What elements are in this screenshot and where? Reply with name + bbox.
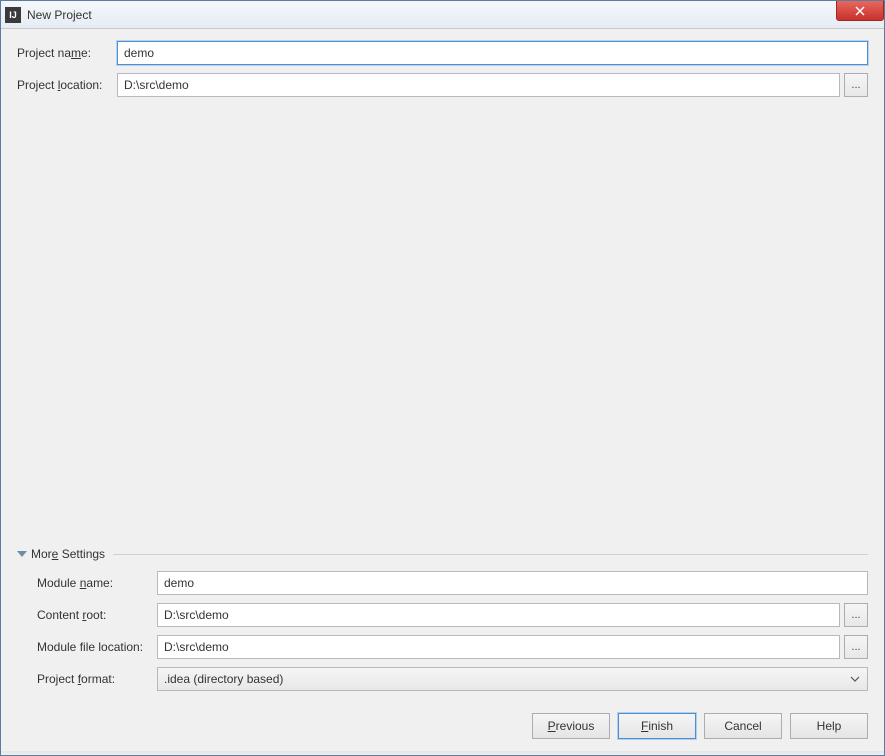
button-row: Previous Finish Cancel Help [17, 699, 868, 743]
close-button[interactable] [836, 1, 884, 21]
window-title: New Project [27, 8, 92, 22]
project-location-row: Project location: ... [17, 73, 868, 97]
project-format-select-wrap: .idea (directory based) [157, 667, 868, 691]
dialog-content: Project name: Project location: ... More… [1, 29, 884, 751]
module-name-input[interactable] [157, 571, 868, 595]
project-format-label: Project format: [17, 672, 157, 686]
close-icon [855, 6, 865, 16]
module-file-location-browse-button[interactable]: ... [844, 635, 868, 659]
content-root-label: Content root: [17, 608, 157, 622]
project-name-row: Project name: [17, 41, 868, 65]
help-button[interactable]: Help [790, 713, 868, 739]
app-icon: IJ [5, 7, 21, 23]
chevron-down-icon [17, 551, 27, 557]
new-project-dialog: IJ New Project Project name: Project loc… [0, 0, 885, 756]
previous-button[interactable]: Previous [532, 713, 610, 739]
separator [113, 554, 868, 555]
module-name-row: Module name: [17, 571, 868, 595]
finish-button[interactable]: Finish [618, 713, 696, 739]
project-location-input[interactable] [117, 73, 840, 97]
project-location-browse-button[interactable]: ... [844, 73, 868, 97]
content-root-row: Content root: ... [17, 603, 868, 627]
project-name-input[interactable] [117, 41, 868, 65]
module-file-location-label: Module file location: [17, 640, 157, 654]
project-format-select[interactable]: .idea (directory based) [157, 667, 868, 691]
module-file-location-row: Module file location: ... [17, 635, 868, 659]
content-root-input[interactable] [157, 603, 840, 627]
titlebar: IJ New Project [1, 1, 884, 29]
spacer [17, 105, 868, 541]
project-location-label: Project location: [17, 78, 117, 92]
project-name-label: Project name: [17, 46, 117, 60]
more-settings-header[interactable]: More Settings [17, 547, 868, 561]
module-file-location-input[interactable] [157, 635, 840, 659]
module-name-label: Module name: [17, 576, 157, 590]
more-settings-label: More Settings [31, 547, 105, 561]
project-format-row: Project format: .idea (directory based) [17, 667, 868, 691]
cancel-button[interactable]: Cancel [704, 713, 782, 739]
content-root-browse-button[interactable]: ... [844, 603, 868, 627]
shadow [1, 751, 884, 755]
